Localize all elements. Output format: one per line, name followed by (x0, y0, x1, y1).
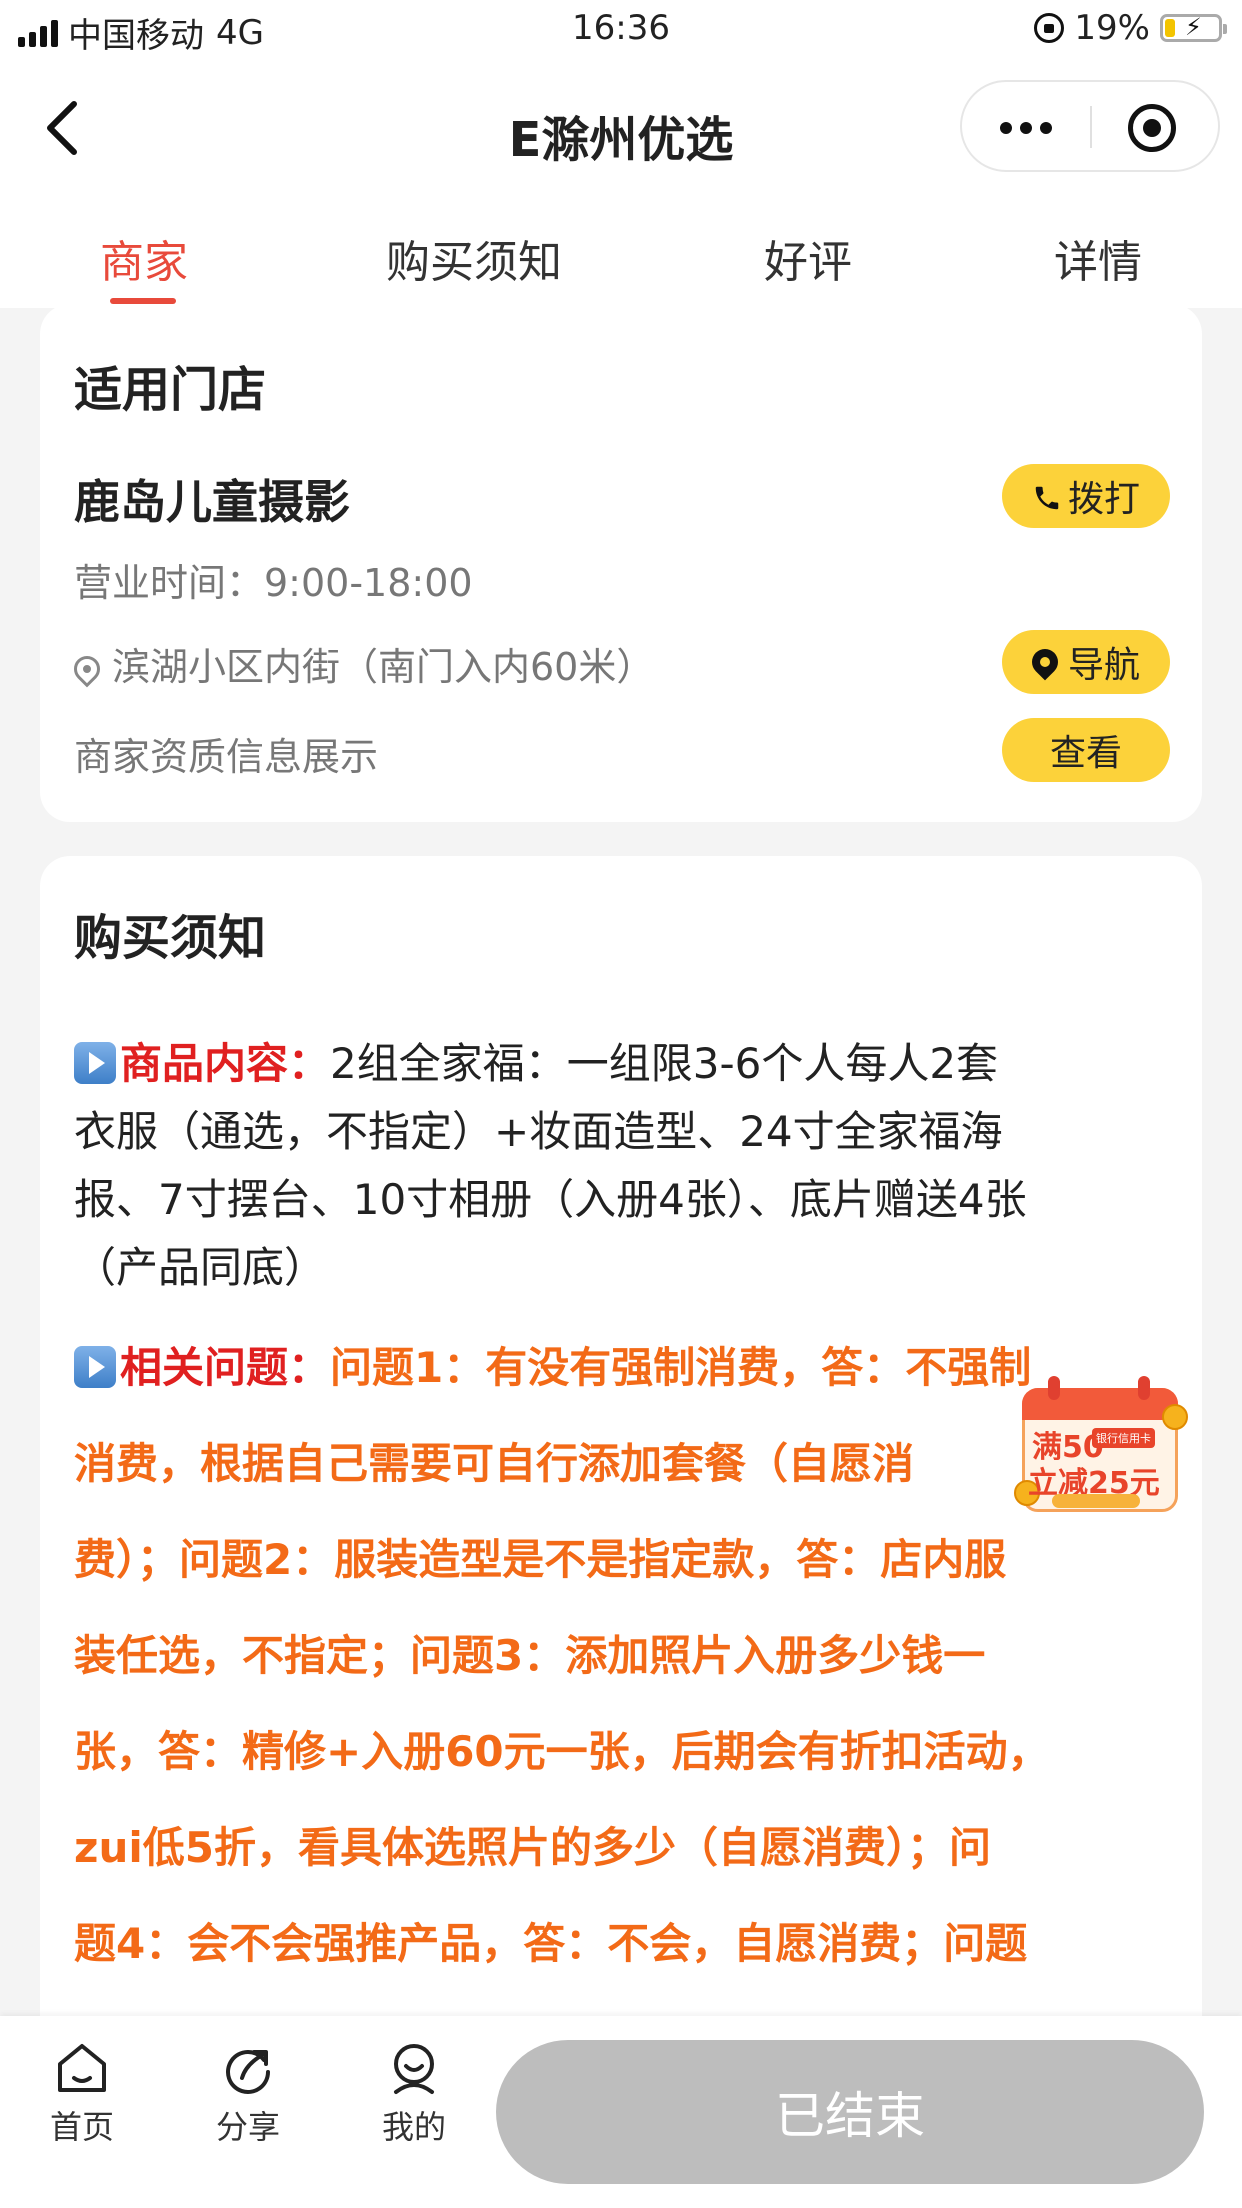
profile-label: 我的 (381, 2108, 446, 2146)
notice-section-title: 购买须知 (74, 910, 267, 966)
coin-icon (1162, 1404, 1188, 1430)
ended-button[interactable]: 已结束 (496, 2040, 1204, 2184)
play-icon (74, 1346, 116, 1388)
more-dots-icon[interactable] (1000, 122, 1052, 134)
tab-bar: 商家 购买须知 好评 详情 (0, 190, 1242, 308)
tab-merchant[interactable]: 商家 (100, 226, 188, 290)
faq-line: 相关问题：问题1：有没有强制消费，答：不强制 (74, 1334, 1031, 1395)
call-button-label: 拨打 (1067, 479, 1140, 520)
business-hours: 营业时间：9:00-18:00 (74, 561, 473, 605)
target-circle-icon[interactable] (1128, 104, 1176, 152)
location-marker-icon (1026, 643, 1064, 681)
profile-button[interactable]: 我的 (354, 2038, 474, 2148)
home-icon (58, 2044, 106, 2092)
nav-bar: E滁州优选 (0, 62, 1242, 190)
store-address-text: 滨湖小区内街（南门入内60米） (112, 645, 655, 689)
view-button[interactable]: 查看 (1002, 718, 1170, 782)
share-icon (226, 2050, 270, 2094)
call-button[interactable]: 拨打 (1002, 464, 1170, 528)
faq-line: 消费，根据自己需要可自行添加套餐（自愿消 (74, 1439, 915, 1488)
coupon-tag: 银行信用卡 (1092, 1428, 1155, 1448)
location-pin-icon (68, 650, 106, 688)
battery-percent: 19% (1074, 8, 1150, 48)
capsule-divider (1090, 106, 1092, 148)
qualification-label: 商家资质信息展示 (74, 735, 379, 779)
home-label: 首页 (49, 2108, 114, 2146)
faq-line: 题4：会不会强推产品，答：不会，自愿消费；问题 (74, 1919, 1028, 1968)
content-line: 商品内容：2组全家福：一组限3-6个人每人2套 (74, 1030, 998, 1091)
faq-label: 相关问题： (120, 1343, 331, 1392)
store-card: 适用门店 鹿岛儿童摄影 拨打 营业时间：9:00-18:00 滨湖小区内街（南门… (40, 304, 1202, 822)
faq-line: 费）；问题2：服装造型是不是指定款，答：店内服 (74, 1535, 1007, 1584)
play-icon (74, 1042, 116, 1084)
orientation-lock-icon (1034, 13, 1065, 43)
home-button[interactable]: 首页 (22, 2038, 142, 2148)
navigate-button-label: 导航 (1067, 645, 1140, 686)
bottom-bar: 首页 分享 我的 已结束 (0, 2016, 1242, 2208)
content-label: 商品内容： (120, 1039, 331, 1088)
faq-line: 装任选，不指定；问题3：添加照片入册多少钱一 (74, 1631, 986, 1680)
mini-program-capsule (960, 80, 1220, 172)
content-line: 衣服（通选，不指定）+妆面造型、24寸全家福海 (74, 1107, 1003, 1156)
battery-charging-icon: ⚡ (1160, 13, 1227, 42)
faq-text: 问题1：有没有强制消费，答：不强制 (330, 1343, 1032, 1392)
store-address: 滨湖小区内街（南门入内60米） (68, 636, 655, 691)
store-section-title: 适用门店 (74, 362, 267, 418)
tab-reviews[interactable]: 好评 (764, 226, 852, 290)
content-line: （产品同底） (74, 1243, 327, 1292)
view-button-label: 查看 (1049, 733, 1122, 774)
profile-icon (394, 2044, 434, 2094)
floating-coupon[interactable]: 满50 银行信用卡 立减25元 (1014, 1370, 1188, 1514)
share-button[interactable]: 分享 (188, 2038, 308, 2148)
status-bar: 中国移动 4G 16:36 19% ⚡ (0, 0, 1242, 62)
share-label: 分享 (215, 2108, 280, 2146)
faq-line: zui低5折，看具体选照片的多少（自愿消费）；问 (74, 1823, 991, 1872)
tab-purchase-notice[interactable]: 购买须知 (386, 226, 562, 290)
faq-line: 张，答：精修+入册60元一张，后期会有折扣活动， (74, 1727, 1050, 1776)
navigate-button[interactable]: 导航 (1002, 630, 1170, 694)
tab-details[interactable]: 详情 (1054, 226, 1142, 290)
content-line: 报、7寸摆台、10寸相册（入册4张）、底片赠送4张 (74, 1175, 1027, 1224)
phone-icon (1032, 481, 1062, 511)
status-right: 19% ⚡ (1034, 8, 1227, 48)
content-text: 2组全家福：一组限3-6个人每人2套 (330, 1039, 999, 1088)
store-name: 鹿岛儿童摄影 (74, 475, 350, 529)
